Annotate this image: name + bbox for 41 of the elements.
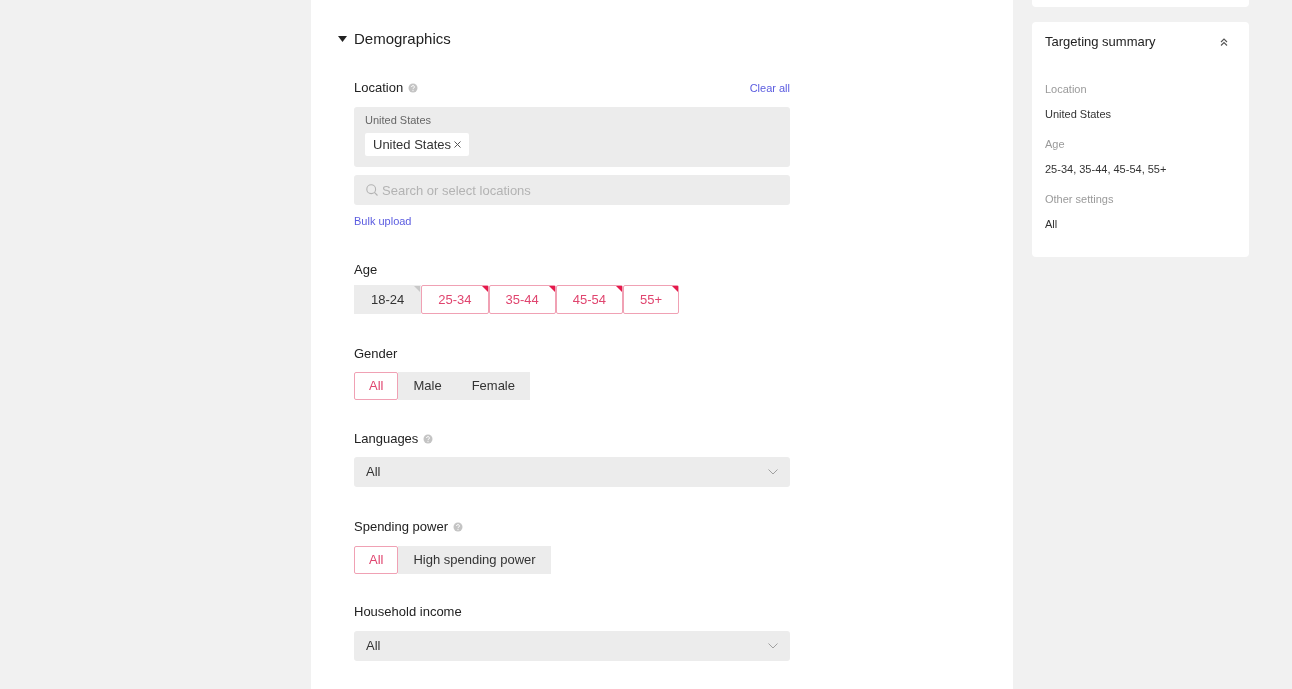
summary-value: 25-34, 35-44, 45-54, 55+ [1045,162,1168,176]
spending-power-option[interactable]: High spending power [398,546,551,574]
corner-mark-icon [481,286,488,292]
location-label: Location [354,80,404,96]
section-title[interactable]: Demographics [354,29,451,49]
close-icon [454,141,462,148]
chevron-down-icon [768,643,778,649]
summary-title: Targeting summary [1045,33,1156,51]
languages-label: Languages [354,431,419,447]
age-option[interactable]: 25-34 [421,285,489,314]
summary-value: All [1045,217,1059,231]
search-icon [366,184,378,196]
gender-label: Gender [354,346,398,362]
summary-label: Other settings [1045,192,1115,206]
search-field[interactable]: Search or select locations [354,175,790,205]
age-option[interactable]: 45-54 [555,285,623,314]
corner-mark-icon [414,286,421,292]
clear-all-link[interactable]: Clear all [749,81,790,95]
household-income-label: Household income [354,604,462,620]
age-label: Age [354,262,378,278]
age-option[interactable]: 18-24 [354,285,422,314]
age-option[interactable]: 35-44 [488,285,556,314]
summary-label: Age [1045,137,1066,151]
gender-option[interactable]: Female [456,372,530,400]
spending-power-label: Spending power [354,519,448,535]
gender-option[interactable]: Male [398,372,457,400]
summary-value: United States [1045,107,1113,121]
corner-mark-icon [616,286,622,292]
languages-select[interactable]: All [354,457,790,487]
bulk-upload-link[interactable]: Bulk upload [354,214,412,228]
corner-mark-icon [548,286,555,292]
location-chip[interactable]: United States [365,133,470,156]
summary-label: Location [1045,82,1088,96]
corner-mark-icon [672,286,679,292]
age-option[interactable]: 55+ [623,285,680,314]
double-chevron-up-icon[interactable] [1220,38,1228,46]
chevron-down-icon [768,469,778,475]
spending-power-option[interactable]: All [354,546,399,574]
household-income-select[interactable]: All [354,631,790,661]
gender-option[interactable]: All [354,372,399,400]
location-group-label: United States [365,113,433,127]
